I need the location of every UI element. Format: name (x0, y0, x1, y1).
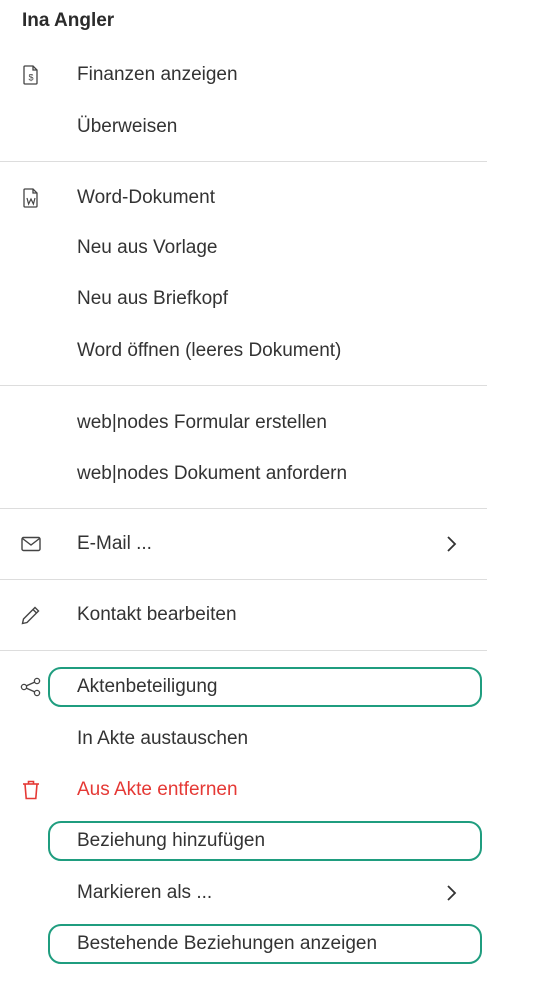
menu-item-email[interactable]: E-Mail ... (0, 524, 500, 564)
menu-item-bestehende-beziehungen[interactable]: Bestehende Beziehungen anzeigen (0, 924, 500, 964)
menu-item-label: Markieren als ... (77, 882, 213, 903)
menu-item-label: Aktenbeteiligung (77, 676, 218, 697)
trash-icon (20, 779, 42, 801)
menu-item-neu-aus-briefkopf[interactable]: Neu aus Briefkopf (0, 279, 500, 319)
menu-divider (0, 579, 487, 580)
menu-item-word-dokument[interactable]: Word-Dokument (0, 178, 500, 218)
menu-item-neu-aus-vorlage[interactable]: Neu aus Vorlage (0, 228, 500, 268)
contact-name-title: Ina Angler (22, 10, 115, 31)
menu-item-beziehung-hinzufuegen[interactable]: Beziehung hinzufügen (0, 821, 500, 861)
share-icon (20, 676, 42, 698)
menu-divider (0, 161, 487, 162)
menu-divider (0, 508, 487, 509)
word-document-icon (20, 187, 42, 209)
menu-item-in-akte-austauschen[interactable]: In Akte austauschen (0, 719, 500, 759)
menu-item-aus-akte-entfernen[interactable]: Aus Akte entfernen (0, 770, 500, 810)
menu-item-label: Finanzen anzeigen (77, 64, 238, 85)
chevron-right-icon (440, 882, 462, 904)
menu-item-label: web|nodes Dokument anfordern (77, 463, 348, 484)
menu-item-markieren-als[interactable]: Markieren als ... (0, 873, 500, 913)
menu-item-label: Kontakt bearbeiten (77, 604, 237, 625)
menu-item-word-oeffnen[interactable]: Word öffnen (leeres Dokument) (0, 331, 500, 371)
menu-item-kontakt-bearbeiten[interactable]: Kontakt bearbeiten (0, 595, 500, 635)
menu-divider (0, 385, 487, 386)
menu-item-label: Word öffnen (leeres Dokument) (77, 340, 342, 361)
menu-item-label: Überweisen (77, 116, 178, 137)
menu-item-label: Neu aus Briefkopf (77, 288, 229, 309)
menu-item-webnodes-dokument[interactable]: web|nodes Dokument anfordern (0, 454, 500, 494)
menu-item-label: Neu aus Vorlage (77, 237, 218, 258)
chevron-right-icon (440, 533, 462, 555)
svg-text:$: $ (28, 73, 33, 83)
menu-item-label: E-Mail ... (77, 533, 152, 554)
envelope-icon (20, 533, 42, 555)
menu-item-aktenbeteiligung[interactable]: Aktenbeteiligung (0, 667, 500, 707)
menu-item-label: Bestehende Beziehungen anzeigen (77, 933, 378, 954)
menu-divider (0, 650, 487, 651)
menu-item-label: web|nodes Formular erstellen (77, 412, 327, 433)
pencil-icon (20, 604, 42, 626)
menu-item-label: Beziehung hinzufügen (77, 830, 266, 851)
finance-document-icon: $ (20, 64, 42, 86)
menu-item-finanzen-anzeigen[interactable]: $ Finanzen anzeigen (0, 55, 500, 95)
menu-item-webnodes-formular[interactable]: web|nodes Formular erstellen (0, 403, 500, 443)
menu-item-label: In Akte austauschen (77, 728, 249, 749)
menu-item-label: Word-Dokument (77, 187, 215, 208)
menu-item-ueberweisen[interactable]: Überweisen (0, 107, 500, 147)
menu-item-label: Aus Akte entfernen (77, 779, 238, 800)
